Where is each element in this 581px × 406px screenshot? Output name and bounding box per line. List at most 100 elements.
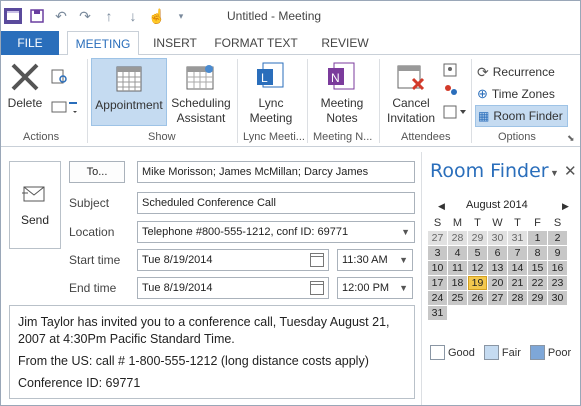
- tab-insert[interactable]: INSERT: [151, 31, 199, 55]
- tab-review[interactable]: REVIEW: [317, 31, 373, 55]
- location-field[interactable]: Telephone #800-555-1212, conf ID: 69771 …: [137, 221, 415, 243]
- notes-label-1: Meeting: [320, 96, 364, 110]
- calendar-day[interactable]: 24: [428, 291, 447, 305]
- tab-meeting[interactable]: MEETING: [67, 31, 139, 56]
- calendar-picker-icon[interactable]: [310, 281, 324, 295]
- calendar-day[interactable]: 13: [488, 261, 507, 275]
- start-date-field[interactable]: Tue 8/19/2014: [137, 249, 329, 271]
- find-icon[interactable]: [51, 69, 69, 85]
- calendar-day[interactable]: 31: [508, 231, 527, 245]
- calendar-day[interactable]: 30: [548, 291, 567, 305]
- calendar-day[interactable]: 27: [428, 231, 447, 245]
- delete-button[interactable]: Delete: [7, 61, 43, 111]
- tab-format-text[interactable]: FORMAT TEXT: [211, 31, 301, 55]
- meeting-form: Send To... Mike Morisson; James McMillan…: [5, 156, 419, 401]
- calendar-day-today[interactable]: 19: [468, 276, 487, 290]
- undo-icon[interactable]: ↶: [49, 1, 73, 31]
- end-date-field[interactable]: Tue 8/19/2014: [137, 277, 329, 299]
- calendar-day[interactable]: 20: [488, 276, 507, 290]
- response-options-icon[interactable]: [443, 105, 467, 119]
- calendar-day[interactable]: 14: [508, 261, 527, 275]
- calendar-day[interactable]: 8: [528, 246, 547, 260]
- calendar-day[interactable]: 16: [548, 261, 567, 275]
- calendar-day[interactable]: 31: [428, 306, 447, 320]
- dialog-launcher-icon[interactable]: ⬊: [567, 133, 575, 144]
- lync-label-1: Lync: [258, 96, 284, 110]
- meeting-notes-button[interactable]: N Meeting Notes: [313, 61, 371, 126]
- lync-meeting-button[interactable]: L Lync Meeting: [243, 61, 299, 126]
- ribbon-separator: [307, 59, 308, 143]
- redo-icon[interactable]: ↷: [73, 1, 97, 31]
- chevron-down-icon[interactable]: ▼: [399, 278, 408, 298]
- room-finder-button[interactable]: ▦ Room Finder: [475, 105, 568, 127]
- calendar-day[interactable]: 28: [448, 231, 467, 245]
- end-time-field[interactable]: 12:00 PM ▼: [337, 277, 413, 299]
- chevron-down-icon[interactable]: ▼: [399, 250, 408, 270]
- legend-item: Poor: [529, 345, 571, 360]
- calendar-day[interactable]: 2: [548, 231, 567, 245]
- calendar-day[interactable]: 28: [508, 291, 527, 305]
- calendar-day[interactable]: 1: [528, 231, 547, 245]
- subject-field[interactable]: Scheduled Conference Call: [137, 192, 415, 214]
- svg-text:N: N: [331, 71, 340, 85]
- prev-month-icon[interactable]: ◀: [438, 201, 445, 212]
- calendar-day[interactable]: 7: [508, 246, 527, 260]
- calendar-day[interactable]: 15: [528, 261, 547, 275]
- check-names-icon[interactable]: [443, 83, 459, 97]
- cancel-invitation-button[interactable]: Cancel Invitation: [383, 61, 439, 126]
- delete-label: Delete: [7, 96, 43, 110]
- touch-mode-icon[interactable]: ☝: [145, 1, 169, 31]
- app-icon[interactable]: [1, 1, 25, 31]
- tab-file[interactable]: FILE: [1, 31, 59, 55]
- appointment-button[interactable]: Appointment: [91, 58, 167, 126]
- address-book-icon[interactable]: [443, 63, 459, 77]
- calendar-day[interactable]: 4: [448, 246, 467, 260]
- calendar-day[interactable]: 12: [468, 261, 487, 275]
- send-button[interactable]: Send: [9, 161, 61, 249]
- legend-label: Good: [448, 346, 475, 359]
- calendar-day[interactable]: 25: [448, 291, 467, 305]
- calendar-day[interactable]: 5: [468, 246, 487, 260]
- recurrence-button[interactable]: ⟳ Recurrence: [477, 61, 555, 83]
- message-body[interactable]: Jim Taylor has invited you to a conferen…: [9, 305, 415, 399]
- pane-options-icon[interactable]: ▼: [550, 168, 559, 178]
- close-icon[interactable]: ✕: [564, 162, 577, 180]
- calendar-month: August 2014: [466, 199, 528, 211]
- to-button[interactable]: To...: [69, 161, 125, 183]
- calendar-day[interactable]: 26: [468, 291, 487, 305]
- calendar-day[interactable]: 21: [508, 276, 527, 290]
- up-arrow-icon[interactable]: ↑: [97, 1, 121, 31]
- to-field[interactable]: Mike Morisson; James McMillan; Darcy Jam…: [137, 161, 415, 183]
- legend-label: Fair: [501, 346, 521, 359]
- calendar-day[interactable]: 10: [428, 261, 447, 275]
- svg-text:L: L: [261, 71, 268, 85]
- group-notes-label: Meeting N...: [313, 131, 373, 143]
- end-time-label: End time: [69, 281, 117, 295]
- calendar-day[interactable]: 11: [448, 261, 467, 275]
- calendar-day[interactable]: 23: [548, 276, 567, 290]
- calendar-day[interactable]: 3: [428, 246, 447, 260]
- calendar-day[interactable]: 27: [488, 291, 507, 305]
- calendar-day[interactable]: 29: [468, 231, 487, 245]
- calendar-day[interactable]: 18: [448, 276, 467, 290]
- save-icon[interactable]: [25, 1, 49, 31]
- delete-icon: [11, 63, 39, 91]
- scheduling-icon: [186, 65, 214, 90]
- scheduling-assistant-button[interactable]: Scheduling Assistant: [169, 61, 233, 126]
- qat-customize-icon[interactable]: ▾: [169, 1, 193, 31]
- calendar-day[interactable]: 17: [428, 276, 447, 290]
- time-zones-button[interactable]: ⊕ Time Zones: [477, 83, 555, 105]
- chevron-down-icon[interactable]: ▼: [401, 222, 410, 242]
- scheduling-label-2: Assistant: [176, 111, 226, 125]
- down-arrow-icon[interactable]: ↓: [121, 1, 145, 31]
- calendar-day[interactable]: 9: [548, 246, 567, 260]
- start-time-field[interactable]: 11:30 AM ▼: [337, 249, 413, 271]
- next-month-icon[interactable]: ▶: [562, 201, 569, 212]
- move-icon[interactable]: [51, 99, 79, 115]
- calendar-day[interactable]: 29: [528, 291, 547, 305]
- calendar-day[interactable]: 30: [488, 231, 507, 245]
- calendar-picker-icon[interactable]: [310, 253, 324, 267]
- calendar-day[interactable]: 6: [488, 246, 507, 260]
- calendar-day[interactable]: 22: [528, 276, 547, 290]
- end-date-value: Tue 8/19/2014: [142, 282, 213, 294]
